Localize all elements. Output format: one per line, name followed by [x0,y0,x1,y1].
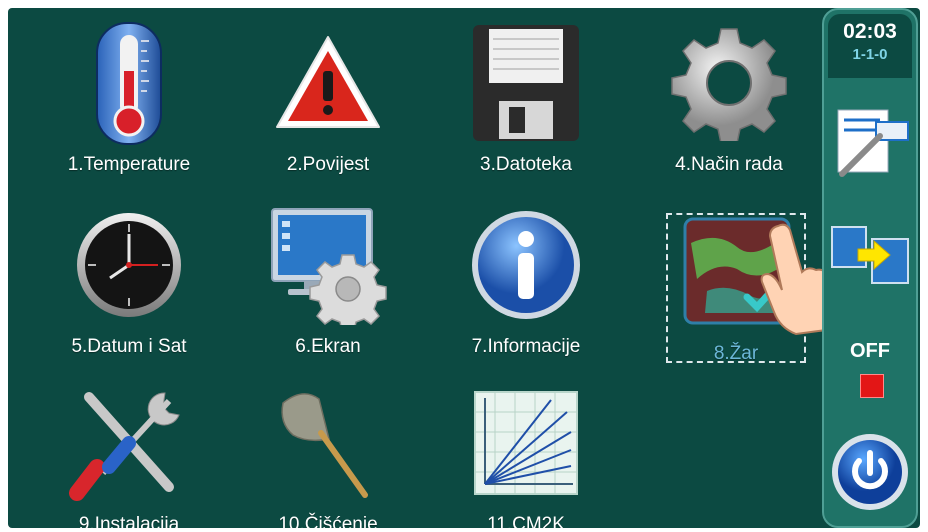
status-clock: 02:03 1-1-0 [828,14,912,78]
menu-item-label: 6.Ekran [295,336,361,357]
menu-item-label: 3.Datoteka [480,154,572,175]
menu-item-label: 4.Način rada [675,154,783,175]
menu-item-label: 2.Povijest [286,154,370,175]
power-state-label: OFF [850,340,890,362]
floppy-disk-icon [461,18,591,148]
menu-item-label: 7.Informacije [471,336,581,357]
menu-item-history[interactable]: 2.Povijest [243,18,413,188]
monitor-settings-icon [263,200,393,330]
info-icon [461,200,591,330]
menu-item-operation-mode[interactable]: 4.Način rada [644,18,814,188]
menu-item-cleaning[interactable]: 10.Čišćenje [243,378,413,528]
menu-item-label: 8.Žar [713,343,759,364]
menu-item-information[interactable]: 7.Informacije [441,200,611,370]
side-panel: 02:03 1-1-0 OFF [822,8,918,528]
menu-item-screen[interactable]: 6.Ekran [243,200,413,370]
screen-switch-icon [831,226,909,284]
tools-icon [64,378,194,508]
menu-item-cm2k[interactable]: 11.CM2K [441,378,611,528]
thermometer-icon [64,18,194,148]
menu-item-label: 1.Temperature [67,154,191,175]
menu-item-label: 9.Instalacija [78,514,180,528]
stop-indicator [860,374,884,398]
power-icon [832,434,908,510]
power-button[interactable] [828,424,912,520]
menu-item-label: 11.CM2K [487,514,565,528]
menu-item-installation[interactable]: 9.Instalacija [44,378,214,528]
gear-icon [664,18,794,148]
menu-item-label: 10.Čišćenje [278,514,378,528]
edit-settings-button[interactable] [828,92,912,188]
clock-icon [64,200,194,330]
main-screen: 1.Temperature 2.Povijest 3.Datoteka 4.Na… [8,8,920,528]
menu-item-temperature[interactable]: 1.Temperature [44,18,214,188]
clock-time: 02:03 [843,20,897,43]
mode-code: 1-1-0 [852,46,888,63]
switch-screen-button[interactable] [828,206,912,302]
warning-icon [263,18,393,148]
menu-item-date-time[interactable]: 5.Datum i Sat [44,200,214,370]
menu-item-file[interactable]: 3.Datoteka [441,18,611,188]
cleaning-brush-icon [263,378,393,508]
menu-item-label: 5.Datum i Sat [71,336,187,357]
cm2k-graph-icon [461,378,591,508]
edit-document-icon [837,109,909,177]
